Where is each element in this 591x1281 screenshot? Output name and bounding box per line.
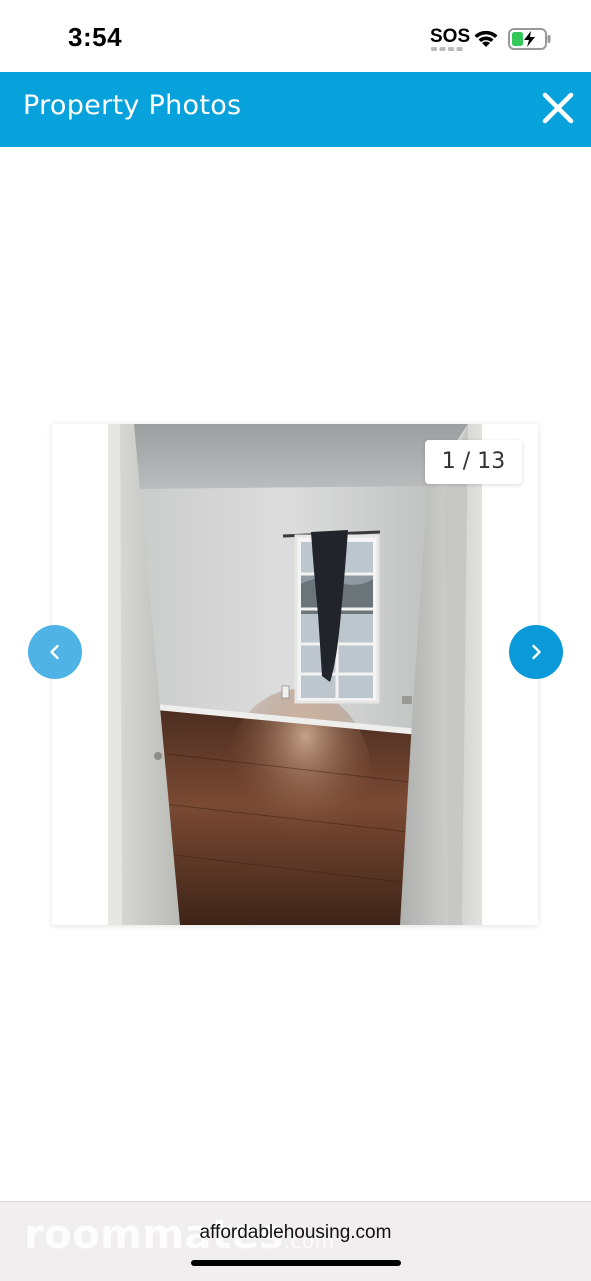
empty-bedroom-photo — [108, 424, 482, 925]
close-icon — [542, 92, 574, 124]
page-title: Property Photos — [23, 90, 242, 121]
url-display[interactable]: affordablehousing.com — [0, 1222, 591, 1244]
next-photo-button[interactable] — [509, 625, 563, 679]
status-bar: 3:54 SOS — [0, 0, 591, 72]
browser-address-bar: roommates.com affordablehousing.com — [0, 1201, 591, 1281]
chevron-right-icon — [532, 644, 541, 660]
battery-charging-icon — [508, 28, 551, 50]
home-indicator[interactable] — [191, 1260, 401, 1266]
close-button[interactable] — [536, 86, 580, 130]
previous-photo-button[interactable] — [28, 625, 82, 679]
photo-gallery — [52, 424, 538, 925]
signal-dots-icon — [431, 47, 463, 51]
property-photo[interactable] — [108, 424, 482, 925]
photo-counter: 1 / 13 — [425, 440, 522, 484]
chevron-left-icon — [50, 644, 59, 660]
carrier-status: SOS — [430, 26, 471, 47]
wifi-icon — [474, 30, 498, 47]
app-header: Property Photos — [0, 72, 591, 147]
status-time: 3:54 — [68, 22, 123, 52]
